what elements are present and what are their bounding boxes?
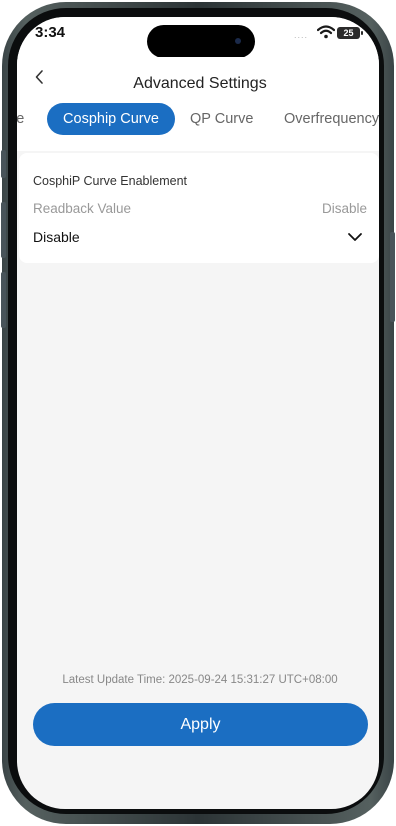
tab-qp-curve[interactable]: QP Curve [190,103,253,135]
status-bar: 3:34 .... 25 [17,17,379,58]
side-button [1,150,6,178]
settings-card: CosphiP Curve Enablement Readback Value … [19,153,379,263]
tab-bar: le Cosphip Curve QP Curve Overfrequency [17,99,379,151]
update-value: 2025-09-24 15:31:27 UTC+08:00 [168,674,338,686]
tab-previous[interactable]: le [17,103,24,135]
camera-icon [235,38,241,44]
tab-cosphip-curve[interactable]: Cosphip Curve [47,103,175,135]
app-screen: 3:34 .... 25 Advanced Settings le Cosphi… [17,17,379,809]
power-button [390,232,395,322]
enablement-select[interactable]: Disable [19,225,379,253]
status-time: 3:34 [35,24,66,41]
setting-title: CosphiP Curve Enablement [33,174,188,188]
select-value: Disable [33,229,80,245]
page-title: Advanced Settings [133,75,267,92]
dynamic-island [147,25,255,58]
last-update-info: Latest Update Time: 2025-09-24 15:31:27 … [17,674,379,686]
battery-icon: 25 [337,27,360,39]
signal-dots: .... [294,30,309,40]
tab-overfrequency[interactable]: Overfrequency [284,103,379,135]
battery-tip [361,31,363,35]
readback-label: Readback Value [33,201,132,216]
readback-value: Disable [321,201,367,216]
update-label: Latest Update Time: [62,674,166,686]
volume-up-button [1,202,6,258]
nav-header: Advanced Settings [17,57,379,99]
apply-button[interactable]: Apply [33,703,368,746]
chevron-down-icon [348,233,362,241]
volume-down-button [1,272,6,328]
wifi-icon [317,25,335,39]
